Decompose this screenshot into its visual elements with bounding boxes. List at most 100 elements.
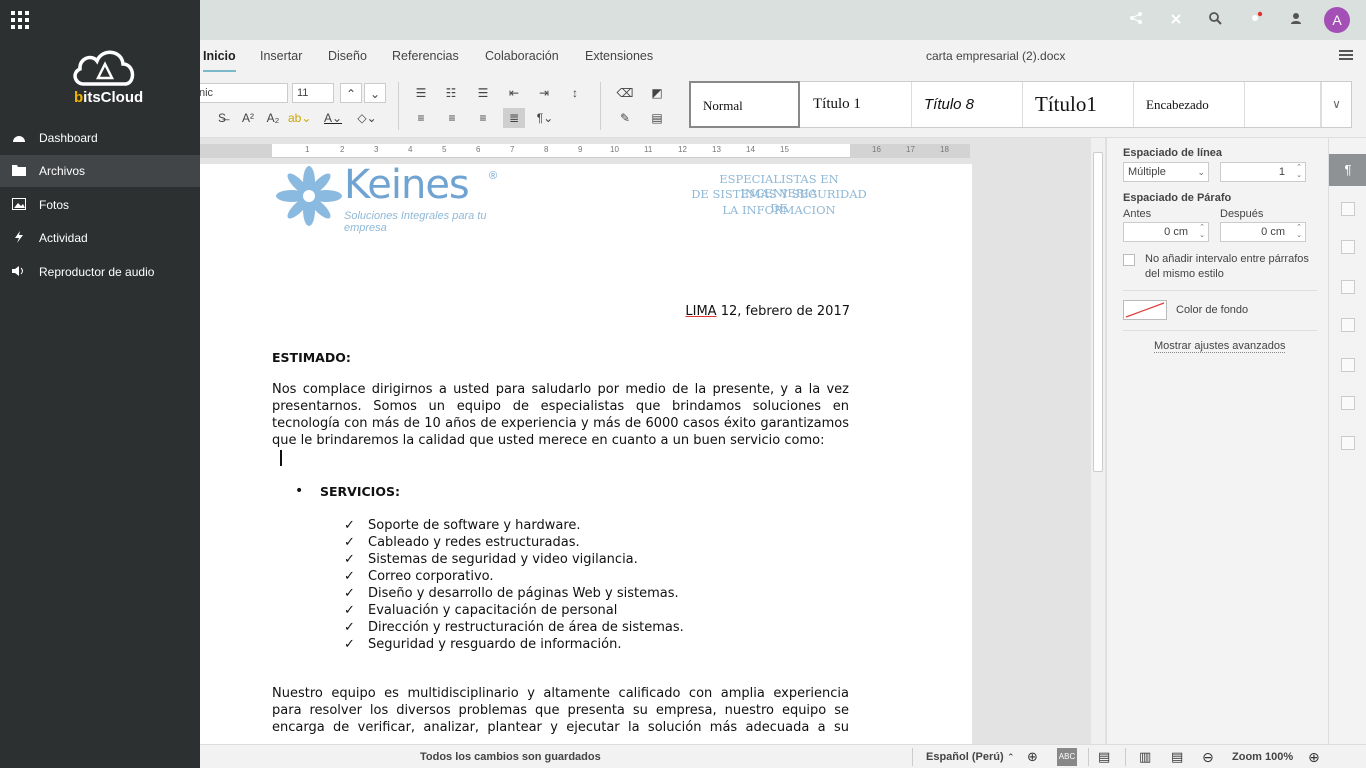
- subscript-icon[interactable]: A₂: [262, 108, 284, 128]
- shading-icon[interactable]: ◩: [646, 83, 668, 103]
- list-item: ✓ Dirección y restructuración de área de …: [344, 620, 684, 635]
- status-separator: [1125, 748, 1126, 766]
- ruler-mark: 10: [610, 145, 619, 154]
- justify-icon[interactable]: ≣: [503, 108, 525, 128]
- zoom-out-icon[interactable]: ⊖: [1202, 745, 1214, 768]
- toolbar-separator: [398, 82, 399, 130]
- chevron-down-icon[interactable]: ∨: [1321, 82, 1351, 127]
- font-color-icon[interactable]: A⌄: [322, 108, 344, 128]
- paragraph-settings-icon[interactable]: ¶: [1329, 154, 1366, 186]
- user-avatar[interactable]: A: [1324, 7, 1350, 33]
- image-settings-icon[interactable]: [1341, 240, 1355, 254]
- document-scrollbar[interactable]: [1091, 138, 1105, 744]
- search-icon[interactable]: [1205, 10, 1225, 30]
- align-right-icon[interactable]: ≡: [472, 108, 494, 128]
- tab-insertar[interactable]: Insertar: [260, 40, 302, 72]
- form-settings-icon[interactable]: [1341, 436, 1355, 450]
- chart-settings-icon[interactable]: [1341, 358, 1355, 372]
- drawer-item-label: Fotos: [39, 198, 70, 212]
- tab-extensiones[interactable]: Extensiones: [585, 40, 653, 72]
- background-color-swatch[interactable]: [1123, 300, 1167, 320]
- advanced-settings-link[interactable]: Mostrar ajustes avanzados: [1154, 340, 1286, 353]
- track-changes-icon[interactable]: ▤: [1098, 745, 1110, 768]
- bullet-list-icon[interactable]: ☰: [410, 83, 432, 103]
- fit-width-icon[interactable]: ▤: [1171, 745, 1183, 768]
- font-name-select[interactable]: nic: [194, 83, 288, 103]
- drawer-item-fotos[interactable]: Fotos: [0, 189, 200, 221]
- align-center-icon[interactable]: ≡: [441, 108, 463, 128]
- list-item: ✓ Soporte de software y hardware.: [344, 518, 581, 533]
- list-item: ✓ Diseño y desarrollo de páginas Web y si…: [344, 586, 679, 601]
- tab-inicio[interactable]: Inicio: [203, 40, 236, 72]
- scrollbar-thumb[interactable]: [1093, 152, 1103, 472]
- menu-icon[interactable]: [1339, 48, 1353, 62]
- font-size-select[interactable]: 11: [292, 83, 334, 103]
- tab-colaboracion[interactable]: Colaboración: [485, 40, 559, 72]
- stepper-arrows-icon[interactable]: ⌃ ⌄: [1199, 224, 1205, 240]
- line-spacing-value-input[interactable]: 1 ⌃ ⌄: [1220, 162, 1306, 182]
- stepper-arrows-icon[interactable]: ⌃ ⌄: [1296, 224, 1302, 240]
- style-normal[interactable]: Normal: [689, 81, 800, 128]
- highlight-icon[interactable]: ab⌄: [288, 108, 311, 128]
- increase-indent-icon[interactable]: ⇥: [533, 83, 555, 103]
- align-left-icon[interactable]: ≡: [410, 108, 432, 128]
- style-encabezado[interactable]: Encabezado: [1134, 82, 1245, 127]
- notifications-icon[interactable]: [1246, 10, 1266, 30]
- paragraph-shading-icon[interactable]: ◇⌄: [356, 108, 378, 128]
- drawer-item-dashboard[interactable]: Dashboard: [0, 122, 200, 154]
- before-value: 0 cm: [1164, 226, 1188, 238]
- shape-settings-icon[interactable]: [1341, 318, 1355, 332]
- zoom-in-icon[interactable]: ⊕: [1308, 745, 1320, 768]
- app-grid-icon[interactable]: [11, 11, 29, 29]
- decrease-indent-icon[interactable]: ⇤: [503, 83, 525, 103]
- style-titulo-1[interactable]: Título 1: [801, 82, 912, 127]
- header-settings-icon[interactable]: [1341, 280, 1355, 294]
- template-icon[interactable]: ▤: [646, 108, 668, 128]
- paragraph-2-line: para resolver los diversos problemas que…: [272, 703, 849, 718]
- style-empty[interactable]: [1245, 82, 1321, 127]
- drawer-item-reproductor[interactable]: Reproductor de audio: [0, 256, 200, 288]
- save-status: Todos los cambios son guardados: [420, 751, 601, 763]
- decrease-font-icon[interactable]: ⌄: [364, 83, 386, 103]
- document-area: 1 2 3 4 5 6 7 8 9 10 11 12 13 14 15 16 1…: [200, 138, 1106, 744]
- numbered-list-icon[interactable]: ☷: [440, 83, 462, 103]
- tab-referencias[interactable]: Referencias: [392, 40, 459, 72]
- contacts-icon[interactable]: [1286, 10, 1306, 30]
- eraser-icon[interactable]: ⌫: [614, 83, 636, 103]
- line-spacing-icon[interactable]: ↕: [564, 83, 586, 103]
- ruler-mark: 12: [678, 145, 687, 154]
- no-interval-checkbox[interactable]: [1123, 254, 1135, 266]
- line-spacing-value: 1: [1278, 166, 1285, 178]
- pilcrow-icon[interactable]: ¶⌄: [534, 108, 556, 128]
- horizontal-ruler[interactable]: 1 2 3 4 5 6 7 8 9 10 11 12 13 14 15 16 1…: [200, 144, 970, 158]
- line-spacing-mode-select[interactable]: Múltiple ⌄: [1123, 162, 1209, 182]
- globe-icon[interactable]: ⊕: [1027, 745, 1038, 768]
- table-settings-icon[interactable]: [1341, 202, 1355, 216]
- style-titulo-8[interactable]: Título 8: [912, 82, 1023, 127]
- service-text: Soporte de software y hardware.: [368, 518, 581, 533]
- ruler-mark: 6: [476, 145, 481, 154]
- share-icon[interactable]: [1126, 10, 1146, 30]
- stepper-arrows-icon[interactable]: ⌃ ⌄: [1296, 164, 1302, 180]
- before-spacing-input[interactable]: 0 cm ⌃ ⌄: [1123, 222, 1209, 242]
- ruler-mark: 18: [940, 145, 949, 154]
- spellcheck-icon[interactable]: ABC: [1057, 748, 1077, 766]
- tab-diseno[interactable]: Diseño: [328, 40, 367, 72]
- superscript-icon[interactable]: A²: [237, 108, 259, 128]
- after-spacing-input[interactable]: 0 cm ⌃ ⌄: [1220, 222, 1306, 242]
- style-titulo1[interactable]: Título1: [1023, 82, 1134, 127]
- drawer-item-actividad[interactable]: Actividad: [0, 222, 200, 254]
- strikethrough-icon[interactable]: S̶: [211, 108, 233, 128]
- close-icon[interactable]: [1166, 10, 1186, 30]
- fit-page-icon[interactable]: ▥: [1139, 745, 1151, 768]
- speedometer-icon: [13, 136, 25, 142]
- multilevel-list-icon[interactable]: ☰: [472, 83, 494, 103]
- paragraph-spacing-title: Espaciado de Párafo: [1123, 192, 1232, 204]
- language-select[interactable]: Español (Perú): [926, 745, 1004, 768]
- copy-style-icon[interactable]: ✎: [614, 108, 636, 128]
- increase-font-icon[interactable]: ⌃: [340, 83, 362, 103]
- document-page[interactable]: Keines ® Soluciones Integrales para tu e…: [200, 162, 972, 744]
- service-text: Seguridad y resguardo de información.: [368, 637, 622, 652]
- drawer-item-archivos[interactable]: Archivos: [0, 155, 200, 187]
- signature-settings-icon[interactable]: [1341, 396, 1355, 410]
